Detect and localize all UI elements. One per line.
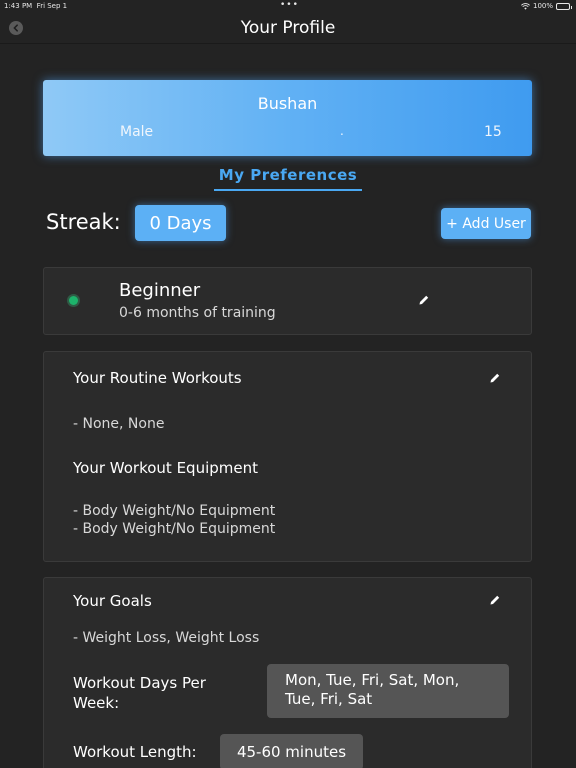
workout-length-label: Workout Length:	[73, 743, 197, 761]
profile-separator: .	[340, 124, 344, 138]
routine-workouts-title: Your Routine Workouts	[73, 369, 242, 387]
selected-indicator-icon	[69, 296, 78, 305]
routine-workouts-value: - None, None	[73, 416, 165, 432]
status-bar: 1:43 PM Fri Sep 1 ••• 100%	[0, 0, 576, 12]
streak-label: Streak:	[46, 210, 121, 234]
battery-icon	[556, 2, 572, 10]
workout-length-value[interactable]: 45-60 minutes	[220, 734, 363, 768]
workout-days-label-line: Week:	[73, 694, 120, 712]
level-title: Beginner	[119, 280, 201, 301]
multitask-dots-icon[interactable]: •••	[280, 0, 299, 10]
status-time: 1:43 PM	[4, 2, 33, 10]
equipment-item: - Body Weight/No Equipment	[73, 521, 276, 537]
add-user-button[interactable]: + Add User	[441, 208, 531, 239]
page-title: Your Profile	[240, 18, 336, 38]
wifi-icon	[521, 2, 530, 10]
workout-days-value-line: Mon, Tue, Fri, Sat, Mon,	[285, 671, 460, 689]
routine-card: Your Routine Workouts - None, None Your …	[43, 351, 532, 562]
workout-equipment-title: Your Workout Equipment	[73, 459, 258, 477]
streak-button[interactable]: 0 Days	[135, 205, 226, 241]
workout-days-label-line: Workout Days Per	[73, 674, 206, 692]
workout-days-value[interactable]: Mon, Tue, Fri, Sat, Mon, Tue, Fri, Sat	[267, 664, 509, 718]
training-level-card: Beginner 0-6 months of training	[43, 267, 532, 335]
my-preferences-link[interactable]: My Preferences	[214, 166, 362, 191]
status-date: Fri Sep 1	[36, 2, 68, 10]
workout-days-value-line: Tue, Fri, Sat	[285, 690, 373, 708]
level-subtitle: 0-6 months of training	[119, 305, 276, 321]
edit-routine-pencil-icon[interactable]	[489, 372, 501, 384]
goals-value: - Weight Loss, Weight Loss	[73, 630, 260, 646]
edit-goals-pencil-icon[interactable]	[489, 594, 501, 606]
status-right: 100%	[521, 2, 572, 10]
profile-age: 15	[484, 124, 502, 140]
profile-name: Bushan	[257, 94, 318, 113]
equipment-item: - Body Weight/No Equipment	[73, 503, 276, 519]
navigation-bar: Your Profile	[0, 12, 576, 44]
edit-level-pencil-icon[interactable]	[418, 294, 430, 306]
profile-gender: Male	[120, 124, 154, 140]
goals-card: Your Goals - Weight Loss, Weight Loss Wo…	[43, 577, 532, 768]
status-time-date: 1:43 PM Fri Sep 1	[4, 2, 67, 10]
goals-title: Your Goals	[73, 592, 152, 610]
profile-card: Bushan Male . 15	[43, 80, 532, 156]
battery-percent: 100%	[532, 2, 553, 10]
workout-days-label: Workout Days Per Week:	[73, 673, 206, 713]
